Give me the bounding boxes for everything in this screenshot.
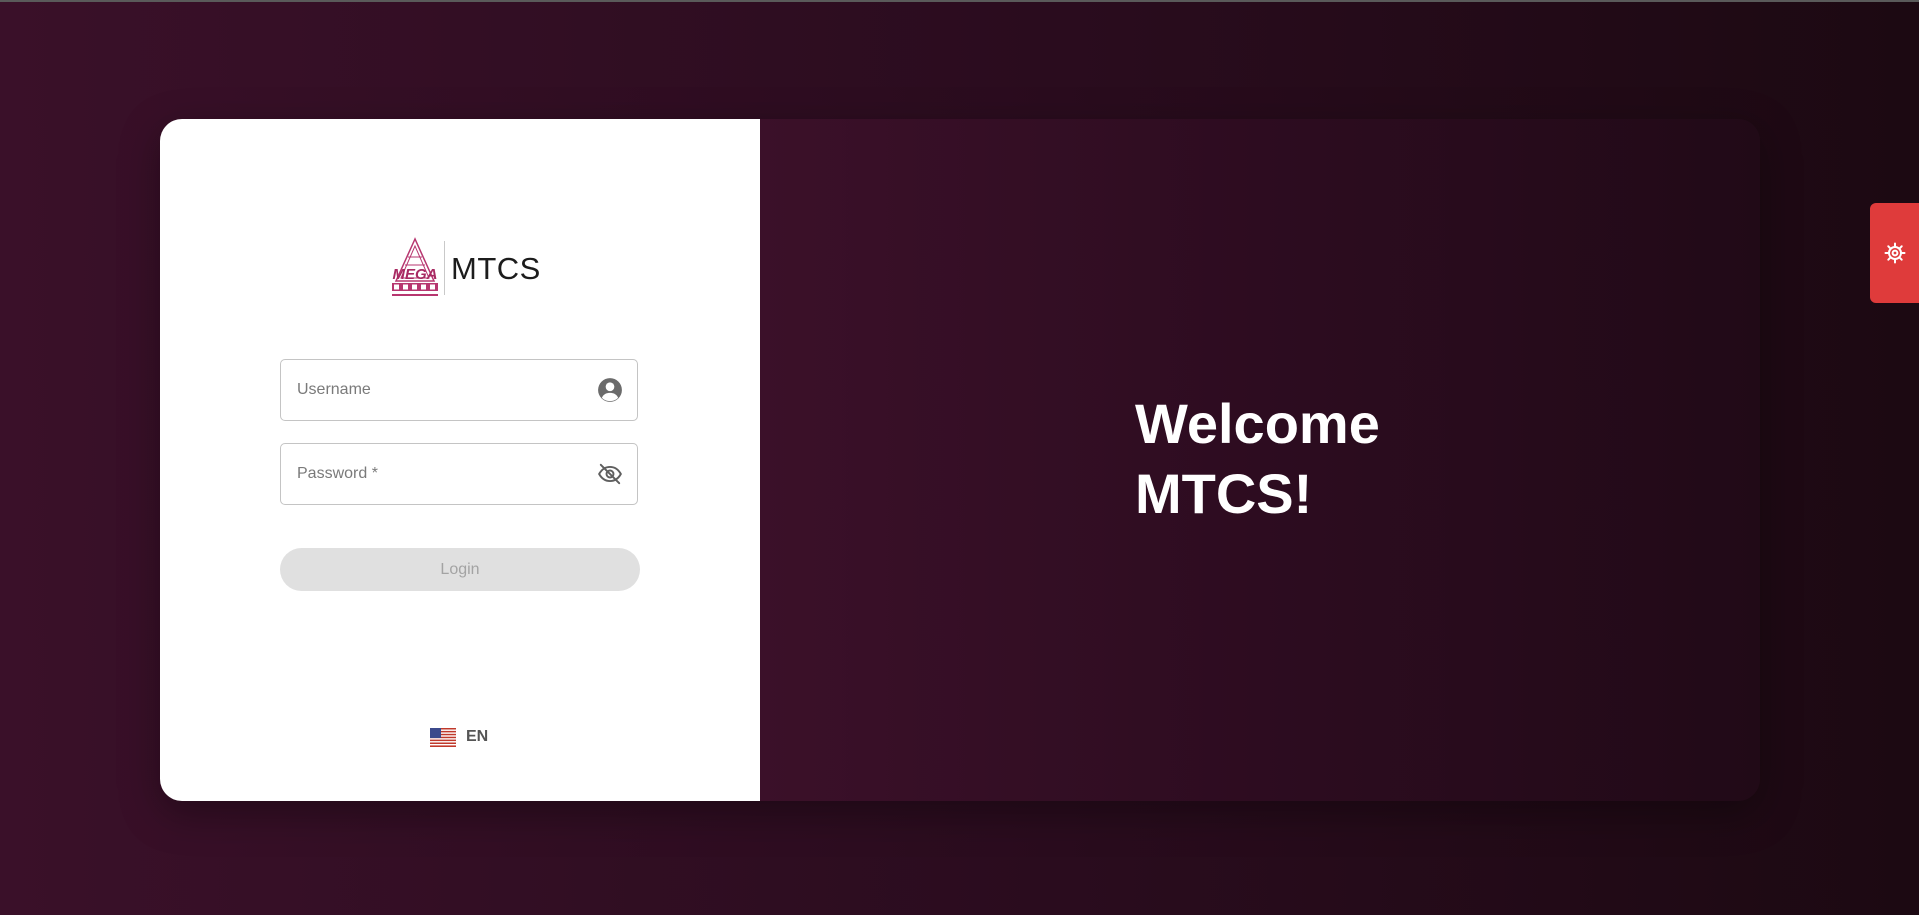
- svg-text:MEGA: MEGA: [393, 266, 438, 283]
- welcome-line-2: MTCS!: [1135, 462, 1313, 525]
- password-field[interactable]: [280, 443, 638, 505]
- eye-off-icon[interactable]: [597, 461, 623, 487]
- password-input[interactable]: [281, 444, 637, 504]
- login-card: MEGA MTCS Username Login EN Welcome MTCS…: [160, 119, 1760, 801]
- gear-icon: [1884, 242, 1905, 264]
- settings-button[interactable]: [1870, 203, 1919, 303]
- welcome-line-1: Welcome: [1135, 392, 1380, 455]
- username-input[interactable]: [281, 360, 637, 420]
- user-circle-icon: [598, 378, 622, 402]
- login-button[interactable]: Login: [280, 548, 640, 591]
- brand-logo: MEGA MTCS: [390, 237, 541, 299]
- username-field[interactable]: [280, 359, 638, 421]
- mega-group-logo-icon: MEGA: [392, 237, 438, 296]
- welcome-panel: Welcome MTCS!: [760, 119, 1760, 801]
- us-flag-icon: [430, 727, 456, 747]
- app-name: MTCS: [451, 251, 541, 286]
- window-top-border: [0, 0, 1919, 2]
- login-panel: MEGA MTCS Username Login EN: [160, 119, 760, 801]
- language-code: EN: [466, 728, 489, 745]
- language-selector[interactable]: EN: [430, 726, 488, 748]
- logo-divider: [444, 241, 445, 295]
- welcome-heading: Welcome MTCS!: [1135, 389, 1380, 529]
